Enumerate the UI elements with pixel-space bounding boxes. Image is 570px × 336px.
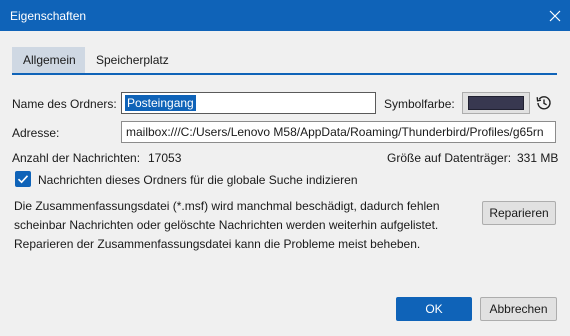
address-label: Adresse: — [12, 126, 60, 140]
title-bar: Eigenschaften — [0, 0, 570, 31]
folder-name-input[interactable]: Posteingang — [121, 92, 376, 114]
repair-description-line: scheinbar Nachrichten oder gelöschte Nac… — [14, 218, 439, 232]
repair-button[interactable]: Reparieren — [482, 201, 556, 225]
folder-name-label: Name des Ordners: — [12, 97, 117, 111]
repair-description: Die Zusammenfassungsdatei (*.msf) wird m… — [14, 197, 474, 254]
folder-name-value: Posteingang — [125, 95, 196, 111]
tab-allgemein[interactable]: Allgemein — [12, 47, 85, 73]
message-count-label: Anzahl der Nachrichten: — [12, 151, 141, 165]
folder-name-label-text: Name des Ordners: — [12, 97, 117, 111]
index-checkbox-label[interactable]: Nachrichten dieses Ordners für die globa… — [38, 173, 358, 187]
symbol-color-picker[interactable] — [462, 92, 530, 114]
history-icon[interactable] — [535, 94, 553, 112]
symbol-color-label: Symbolfarbe: — [384, 97, 455, 111]
ok-button[interactable]: OK — [396, 297, 472, 321]
window-title: Eigenschaften — [10, 9, 87, 23]
tab-bar: Allgemein Speicherplatz — [12, 47, 557, 75]
checkmark-icon — [17, 175, 29, 184]
color-swatch — [468, 96, 524, 110]
cancel-button[interactable]: Abbrechen — [480, 297, 557, 321]
address-field[interactable]: mailbox:///C:/Users/Lenovo M58/AppData/R… — [121, 121, 556, 143]
close-icon[interactable] — [539, 0, 570, 31]
index-checkbox[interactable] — [15, 171, 31, 187]
disk-size-label: Größe auf Datenträger: — [387, 151, 512, 165]
tab-speicherplatz[interactable]: Speicherplatz — [85, 47, 180, 73]
disk-size-value: 331 MB — [517, 151, 559, 165]
message-count-value: 17053 — [148, 151, 182, 165]
repair-description-line: Die Zusammenfassungsdatei (*.msf) wird m… — [14, 199, 440, 213]
repair-description-line: Reparieren der Zusammenfassungsdatei kan… — [14, 237, 421, 251]
